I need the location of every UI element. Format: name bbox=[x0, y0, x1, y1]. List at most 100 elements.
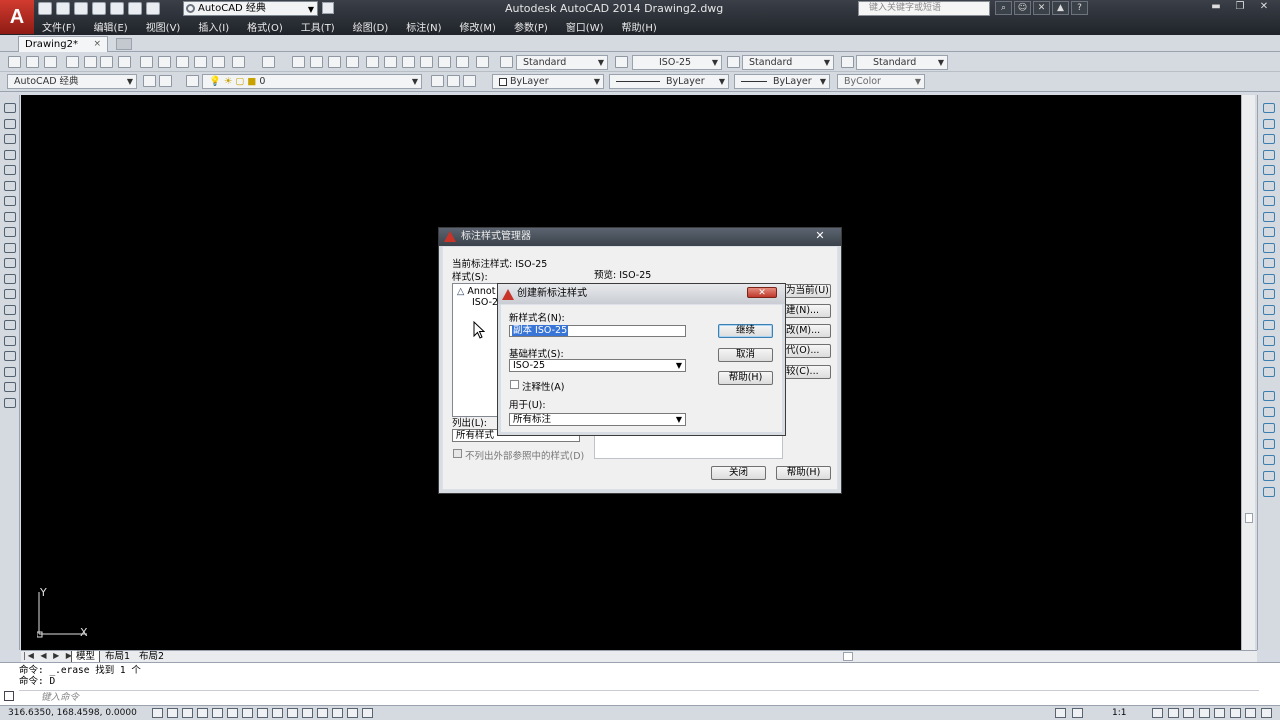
revision-cloud-icon[interactable] bbox=[4, 211, 16, 222]
3dosnap-icon[interactable] bbox=[242, 708, 253, 718]
layer-states-icon[interactable] bbox=[463, 75, 476, 87]
hatch-icon[interactable] bbox=[4, 320, 16, 330]
undo-icon[interactable] bbox=[232, 56, 245, 68]
lineweight-select[interactable]: ByLayer ▼ bbox=[734, 74, 830, 89]
linetype-select[interactable]: ByLayer ▼ bbox=[609, 74, 729, 89]
save-as-icon[interactable] bbox=[92, 2, 106, 15]
line-icon[interactable] bbox=[4, 103, 16, 113]
stretch-icon[interactable] bbox=[1263, 227, 1275, 237]
sc-icon[interactable] bbox=[347, 708, 358, 718]
pan-icon[interactable] bbox=[292, 56, 305, 68]
copy-icon[interactable] bbox=[158, 56, 171, 68]
new-button[interactable]: 建(N)... bbox=[783, 304, 831, 318]
layer-previous-icon[interactable] bbox=[447, 75, 460, 87]
sheet-set-icon[interactable] bbox=[420, 56, 433, 68]
list-item[interactable]: △ Annot bbox=[457, 286, 495, 297]
help-icon[interactable] bbox=[476, 56, 489, 68]
quickcalc-icon[interactable] bbox=[456, 56, 469, 68]
make-block-icon[interactable] bbox=[4, 289, 16, 299]
dim-style-select[interactable]: ISO-25 ▼ bbox=[632, 55, 722, 70]
application-menu-button[interactable]: A bbox=[0, 0, 34, 34]
add-selected-icon[interactable] bbox=[4, 397, 16, 408]
mleader-style-icon[interactable] bbox=[841, 56, 854, 68]
isolate-icon[interactable] bbox=[1245, 708, 1256, 718]
annotation-visibility-icon[interactable] bbox=[1167, 708, 1179, 718]
plotstyle-select[interactable]: ByColor ▼ bbox=[837, 74, 925, 89]
save-icon[interactable] bbox=[44, 56, 57, 68]
menu-item[interactable]: 窗口(W) bbox=[558, 17, 614, 34]
ducs-icon[interactable] bbox=[272, 708, 283, 718]
menu-item[interactable]: 文件(F) bbox=[34, 17, 86, 34]
workspace-switch-icon[interactable] bbox=[1198, 708, 1210, 718]
open-icon[interactable] bbox=[26, 56, 39, 68]
block-editor-icon[interactable] bbox=[212, 56, 225, 68]
vertical-scrollbar[interactable] bbox=[1241, 95, 1255, 650]
properties-icon[interactable] bbox=[366, 56, 379, 68]
design-center-icon[interactable] bbox=[384, 56, 397, 68]
circle-icon[interactable] bbox=[4, 196, 16, 206]
menu-item[interactable]: 修改(M) bbox=[452, 17, 506, 34]
new-icon[interactable] bbox=[38, 2, 52, 15]
lwt-icon[interactable] bbox=[302, 708, 313, 718]
search-icon[interactable]: ⌕ bbox=[995, 1, 1012, 15]
menu-item[interactable]: 参数(P) bbox=[506, 17, 558, 34]
blend-icon[interactable] bbox=[1263, 351, 1275, 361]
point-icon[interactable] bbox=[4, 304, 16, 315]
qat-extra-icon[interactable] bbox=[322, 2, 334, 14]
lock-icon[interactable] bbox=[1214, 708, 1225, 718]
zoom-realtime-icon[interactable] bbox=[310, 56, 323, 68]
save-icon[interactable] bbox=[74, 2, 88, 15]
layer-properties-icon[interactable] bbox=[159, 75, 172, 87]
help-button[interactable]: 帮助(H) bbox=[718, 371, 773, 385]
override-button[interactable]: 代(O)... bbox=[783, 344, 831, 358]
menu-item[interactable]: 标注(N) bbox=[398, 17, 451, 34]
plot-icon[interactable] bbox=[110, 2, 124, 15]
text-front-icon[interactable] bbox=[1263, 471, 1275, 481]
plot-preview-icon[interactable] bbox=[84, 56, 97, 68]
draw-order-icon[interactable] bbox=[1263, 391, 1275, 401]
signin-icon[interactable]: ☺ bbox=[1014, 1, 1031, 15]
send-back-icon[interactable] bbox=[1263, 423, 1275, 433]
workspace-settings-icon[interactable] bbox=[143, 75, 156, 87]
help-button[interactable]: 帮助(H) bbox=[776, 466, 831, 480]
tab-layout2[interactable]: 布局2 bbox=[135, 651, 168, 662]
customize-icon[interactable] bbox=[4, 691, 14, 701]
redo-icon[interactable] bbox=[146, 2, 160, 15]
tab-drawing2[interactable]: Drawing2* × bbox=[18, 36, 108, 52]
menu-item[interactable]: 视图(V) bbox=[138, 17, 191, 34]
new-tab-button[interactable] bbox=[116, 38, 132, 50]
modify-button[interactable]: 改(M)... bbox=[783, 324, 831, 338]
plot-icon[interactable] bbox=[66, 56, 79, 68]
explode-icon[interactable] bbox=[1263, 366, 1275, 377]
command-input[interactable]: 键入命令 bbox=[19, 690, 1259, 704]
text-style-icon[interactable] bbox=[500, 56, 513, 68]
osnap-icon[interactable] bbox=[227, 708, 238, 718]
dyn-icon[interactable] bbox=[287, 708, 298, 718]
arc-icon[interactable] bbox=[4, 180, 16, 191]
close-icon[interactable]: ✕ bbox=[747, 287, 777, 298]
spline-icon[interactable] bbox=[4, 227, 16, 237]
continue-button[interactable]: 继续 bbox=[718, 324, 773, 338]
quick-view-drawings-icon[interactable] bbox=[1152, 708, 1163, 718]
stay-connected-icon[interactable]: ▲ bbox=[1052, 1, 1069, 15]
trim-icon[interactable] bbox=[1263, 242, 1275, 253]
quick-view-layouts-icon[interactable] bbox=[1072, 708, 1083, 718]
layer-manager-icon[interactable] bbox=[186, 75, 199, 87]
menu-item[interactable]: 帮助(H) bbox=[614, 17, 667, 34]
restore-icon[interactable]: ❐ bbox=[1228, 0, 1252, 14]
mtext-icon[interactable] bbox=[4, 382, 16, 392]
chamfer-icon[interactable] bbox=[1263, 320, 1275, 330]
exclude-xref-checkbox[interactable] bbox=[453, 449, 462, 458]
publish-icon[interactable] bbox=[100, 56, 113, 68]
ellipse-arc-icon[interactable] bbox=[4, 258, 16, 268]
break-at-point-icon[interactable] bbox=[1263, 273, 1275, 284]
markup-icon[interactable] bbox=[438, 56, 451, 68]
3d-print-icon[interactable] bbox=[118, 56, 131, 68]
help-icon[interactable]: ? bbox=[1071, 1, 1088, 15]
horizontal-scroll-thumb[interactable] bbox=[843, 652, 853, 661]
search-input[interactable]: 键入关键字或短语 bbox=[858, 1, 990, 16]
construction-line-icon[interactable] bbox=[4, 118, 16, 129]
grid-icon[interactable] bbox=[182, 708, 193, 718]
scale-icon[interactable] bbox=[1263, 211, 1275, 222]
zoom-window-icon[interactable] bbox=[328, 56, 341, 68]
